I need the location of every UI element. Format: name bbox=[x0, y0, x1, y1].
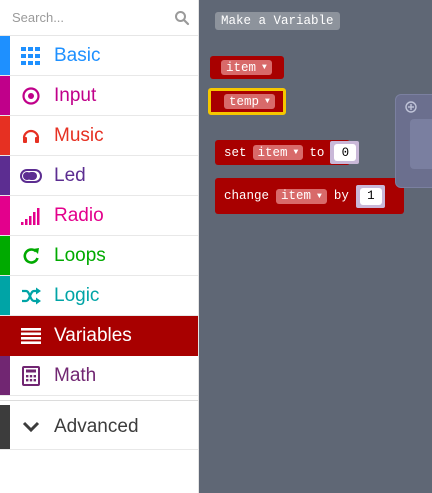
category-color-bar bbox=[0, 196, 10, 235]
category-color-bar bbox=[0, 36, 10, 75]
search-bar bbox=[0, 0, 198, 36]
category-advanced[interactable]: Advanced bbox=[0, 405, 198, 450]
category-music[interactable]: Music bbox=[0, 116, 198, 156]
category-label: Math bbox=[54, 365, 97, 386]
category-color-bar bbox=[0, 356, 10, 395]
dropdown-arrow-icon: ▼ bbox=[317, 191, 322, 201]
variable-dropdown[interactable]: item ▼ bbox=[252, 145, 304, 160]
chevron-down-icon bbox=[20, 416, 42, 438]
set-keyword: set bbox=[224, 145, 247, 160]
dropdown-arrow-icon: ▼ bbox=[262, 63, 267, 72]
shuffle-icon bbox=[20, 285, 42, 307]
search-input[interactable] bbox=[0, 0, 170, 35]
category-color-bar bbox=[0, 76, 10, 115]
category-radio[interactable]: Radio bbox=[0, 196, 198, 236]
category-color-bar bbox=[0, 116, 10, 155]
category-color-bar bbox=[0, 236, 10, 275]
set-value-input[interactable]: 0 bbox=[334, 144, 357, 161]
headphones-icon bbox=[20, 125, 42, 147]
variable-block-temp[interactable]: temp ▼ bbox=[208, 88, 286, 115]
category-variables[interactable]: Variables bbox=[0, 316, 198, 356]
toolbox-divider bbox=[0, 396, 198, 401]
workspace-block-peek[interactable] bbox=[395, 94, 432, 188]
change-keyword: change bbox=[224, 189, 270, 203]
category-label: Led bbox=[54, 165, 86, 186]
category-color-bar bbox=[0, 156, 10, 195]
dropdown-value: temp bbox=[229, 94, 260, 109]
category-label: Variables bbox=[54, 325, 132, 346]
change-variable-block[interactable]: change item ▼ by 1 bbox=[215, 178, 404, 214]
calculator-icon bbox=[20, 365, 42, 387]
category-logic[interactable]: Logic bbox=[0, 276, 198, 316]
loop-arrow-icon bbox=[20, 245, 42, 267]
category-label: Logic bbox=[54, 285, 100, 306]
add-icon[interactable] bbox=[405, 101, 417, 113]
category-label: Music bbox=[54, 125, 104, 146]
by-keyword: by bbox=[333, 189, 349, 203]
variable-dropdown[interactable]: item ▼ bbox=[221, 60, 272, 75]
change-value-input[interactable]: 1 bbox=[359, 187, 382, 205]
category-color-bar bbox=[0, 405, 10, 449]
blocks-flyout: Make a Variable item ▼ temp ▼ set item ▼… bbox=[199, 0, 432, 493]
list-lines-icon bbox=[20, 325, 42, 347]
category-math[interactable]: Math bbox=[0, 356, 198, 396]
grid-icon bbox=[20, 45, 42, 67]
category-basic[interactable]: Basic bbox=[0, 36, 198, 76]
to-keyword: to bbox=[309, 145, 325, 160]
dropdown-value: item bbox=[257, 145, 288, 160]
nested-block bbox=[410, 119, 432, 169]
variable-dropdown[interactable]: item ▼ bbox=[276, 188, 327, 204]
dropdown-arrow-icon: ▼ bbox=[265, 97, 270, 106]
variable-block-item[interactable]: item ▼ bbox=[210, 56, 284, 79]
variable-dropdown[interactable]: temp ▼ bbox=[224, 94, 275, 109]
value-slot: 1 bbox=[355, 184, 385, 208]
signal-bars-icon bbox=[20, 205, 42, 227]
category-label: Basic bbox=[54, 45, 101, 66]
category-label: Loops bbox=[54, 245, 106, 266]
search-icon[interactable] bbox=[174, 10, 190, 26]
category-loops[interactable]: Loops bbox=[0, 236, 198, 276]
value-slot: 0 bbox=[330, 141, 360, 164]
category-label: Input bbox=[54, 85, 97, 106]
category-color-bar bbox=[0, 276, 10, 315]
dropdown-value: item bbox=[281, 189, 312, 203]
target-icon bbox=[20, 85, 42, 107]
dropdown-value: item bbox=[226, 60, 257, 75]
category-label: Radio bbox=[54, 205, 104, 226]
toggle-icon bbox=[20, 165, 42, 187]
category-color-bar bbox=[0, 316, 10, 355]
toolbox: Basic Input Music bbox=[0, 0, 199, 493]
category-input[interactable]: Input bbox=[0, 76, 198, 116]
make-variable-button[interactable]: Make a Variable bbox=[215, 12, 340, 30]
dropdown-arrow-icon: ▼ bbox=[293, 148, 299, 157]
category-led[interactable]: Led bbox=[0, 156, 198, 196]
category-label: Advanced bbox=[54, 416, 139, 437]
set-variable-block[interactable]: set item ▼ to 0 bbox=[215, 140, 360, 165]
